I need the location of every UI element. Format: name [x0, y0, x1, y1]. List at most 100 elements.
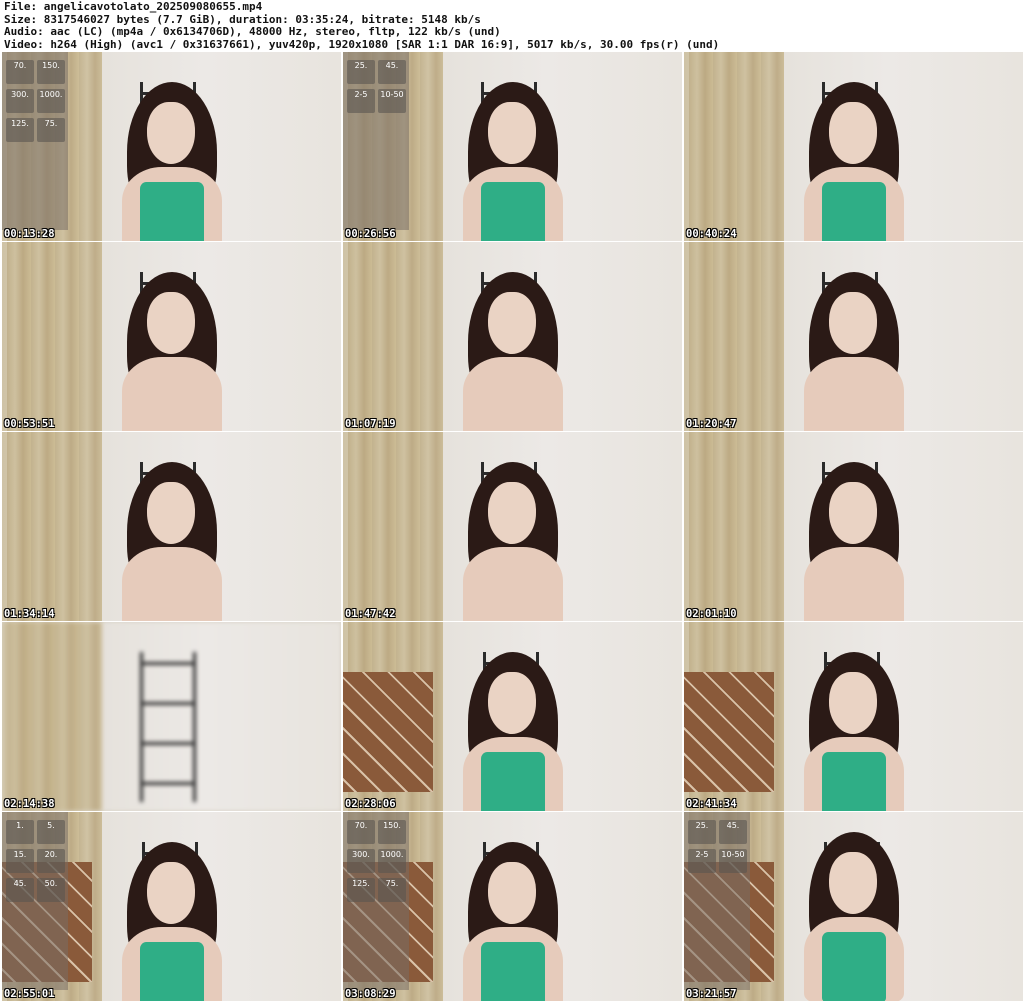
tip-menu-overlay: 1. 5. 15. 20. 45. 50. [2, 812, 68, 990]
person [794, 82, 914, 241]
tip-tile-value: 150. [42, 61, 60, 70]
thumbnail-grid: 70. 150. 300. 1000. 125. 75. 00:13:28 25. 45. 2-5… [2, 52, 1023, 1001]
curtain [348, 432, 443, 621]
face [488, 482, 536, 544]
torso [804, 357, 904, 431]
video-thumbnail[interactable]: 01:07:19 [343, 242, 682, 431]
tip-tile: 25. [347, 60, 375, 84]
green-tank-top [481, 942, 545, 1001]
wall-shelf [140, 652, 196, 802]
video-thumbnail[interactable]: 02:28:06 [343, 622, 682, 811]
thumbnail-timestamp: 00:40:24 [686, 228, 737, 240]
tip-tile: 70. [347, 820, 375, 844]
face [829, 292, 877, 354]
tip-tile: 45. [719, 820, 747, 844]
green-tank-top [822, 752, 886, 811]
shelf-bar [143, 782, 193, 785]
video-thumbnail[interactable]: 02:01:10 [684, 432, 1023, 621]
tip-menu-overlay: 25. 45. 2-5 10-50 [684, 812, 750, 990]
video-thumbnail[interactable]: 02:41:34 [684, 622, 1023, 811]
person [112, 82, 232, 241]
torso [122, 357, 222, 431]
video-thumbnail[interactable]: 00:40:24 [684, 52, 1023, 241]
tip-tile-value: 75. [385, 879, 399, 888]
tip-tile-value: 1000. [380, 850, 404, 859]
green-tank-top [822, 932, 886, 1001]
file-name-line: File: angelicavotolato_202509080655.mp4 [4, 0, 263, 13]
thumbnail-timestamp: 01:20:47 [686, 418, 737, 430]
tip-tile-value: 5. [47, 821, 55, 830]
bed-blanket [684, 672, 774, 792]
thumbnail-timestamp: 03:21:57 [686, 988, 737, 1000]
audio-info-line: Audio: aac (LC) (mp4a / 0x6134706D), 480… [4, 25, 501, 38]
person [112, 842, 232, 1001]
tip-tile-value: 2-5 [354, 90, 368, 99]
person [794, 272, 914, 431]
video-thumbnail[interactable]: 00:53:51 [2, 242, 341, 431]
shelf-bar [143, 742, 193, 745]
video-thumbnail[interactable]: 02:14:38 [2, 622, 341, 811]
tip-tile-value: 25. [354, 61, 368, 70]
face [147, 292, 195, 354]
torso [463, 547, 563, 621]
thumbnail-timestamp: 02:14:38 [4, 798, 55, 810]
curtain [7, 432, 102, 621]
person [794, 652, 914, 811]
green-tank-top [822, 182, 886, 241]
torso [463, 357, 563, 431]
tip-tile-value: 300. [352, 850, 370, 859]
thumbnail-timestamp: 03:08:29 [345, 988, 396, 1000]
tip-tile: 1000. [37, 89, 65, 113]
tip-tile: 125. [6, 118, 34, 142]
tip-tile-value: 300. [11, 90, 29, 99]
video-info-line: Video: h264 (High) (avc1 / 0x31637661), … [4, 37, 720, 51]
thumbnail-timestamp: 02:28:06 [345, 798, 396, 810]
video-thumbnail[interactable]: 1. 5. 15. 20. 45. 50. 02:55:01 [2, 812, 341, 1001]
thumbnail-timestamp: 02:01:10 [686, 608, 737, 620]
video-thumbnail[interactable]: 70. 150. 300. 1000. 125. 75. 00:13:28 [2, 52, 341, 241]
tip-tile-value: 70. [354, 821, 368, 830]
green-tank-top [140, 182, 204, 241]
tip-tile: 25. [688, 820, 716, 844]
person [453, 652, 573, 811]
tip-tile-value: 125. [352, 879, 370, 888]
person [794, 832, 914, 1001]
person [112, 272, 232, 431]
tip-tile: 15. [6, 849, 34, 873]
video-thumbnail[interactable]: 01:20:47 [684, 242, 1023, 431]
tip-tile: 150. [378, 820, 406, 844]
tip-tile-value: 10-50 [380, 90, 404, 99]
face [488, 862, 536, 924]
curtain [689, 242, 784, 431]
tip-tile-value: 1000. [39, 90, 63, 99]
face [488, 102, 536, 164]
torso [804, 547, 904, 621]
tip-tile-value: 15. [13, 850, 27, 859]
tip-tile: 300. [6, 89, 34, 113]
tip-tile: 75. [378, 878, 406, 902]
tip-tile-value: 2-5 [695, 850, 709, 859]
person [794, 462, 914, 621]
video-thumbnail[interactable]: 70. 150. 300. 1000. 125. 75. 03:08:29 [343, 812, 682, 1001]
curtain [689, 432, 784, 621]
tip-tile-value: 150. [383, 821, 401, 830]
video-thumbnail[interactable]: 25. 45. 2-5 10-50 03:21:57 [684, 812, 1023, 1001]
curtain [348, 242, 443, 431]
tip-tile: 20. [37, 849, 65, 873]
face [829, 482, 877, 544]
tip-tile: 10-50 [378, 89, 406, 113]
curtain [7, 622, 102, 811]
shelf-bar [143, 702, 193, 705]
face [829, 852, 877, 914]
video-thumbnail[interactable]: 01:34:14 [2, 432, 341, 621]
face [829, 672, 877, 734]
tip-tile: 125. [347, 878, 375, 902]
torso [122, 547, 222, 621]
tip-tile: 5. [37, 820, 65, 844]
curtain [7, 242, 102, 431]
tip-tile: 10-50 [719, 849, 747, 873]
video-thumbnail[interactable]: 01:47:42 [343, 432, 682, 621]
thumbnail-timestamp: 01:47:42 [345, 608, 396, 620]
tip-tile-value: 70. [13, 61, 27, 70]
video-thumbnail[interactable]: 25. 45. 2-5 10-50 00:26:56 [343, 52, 682, 241]
